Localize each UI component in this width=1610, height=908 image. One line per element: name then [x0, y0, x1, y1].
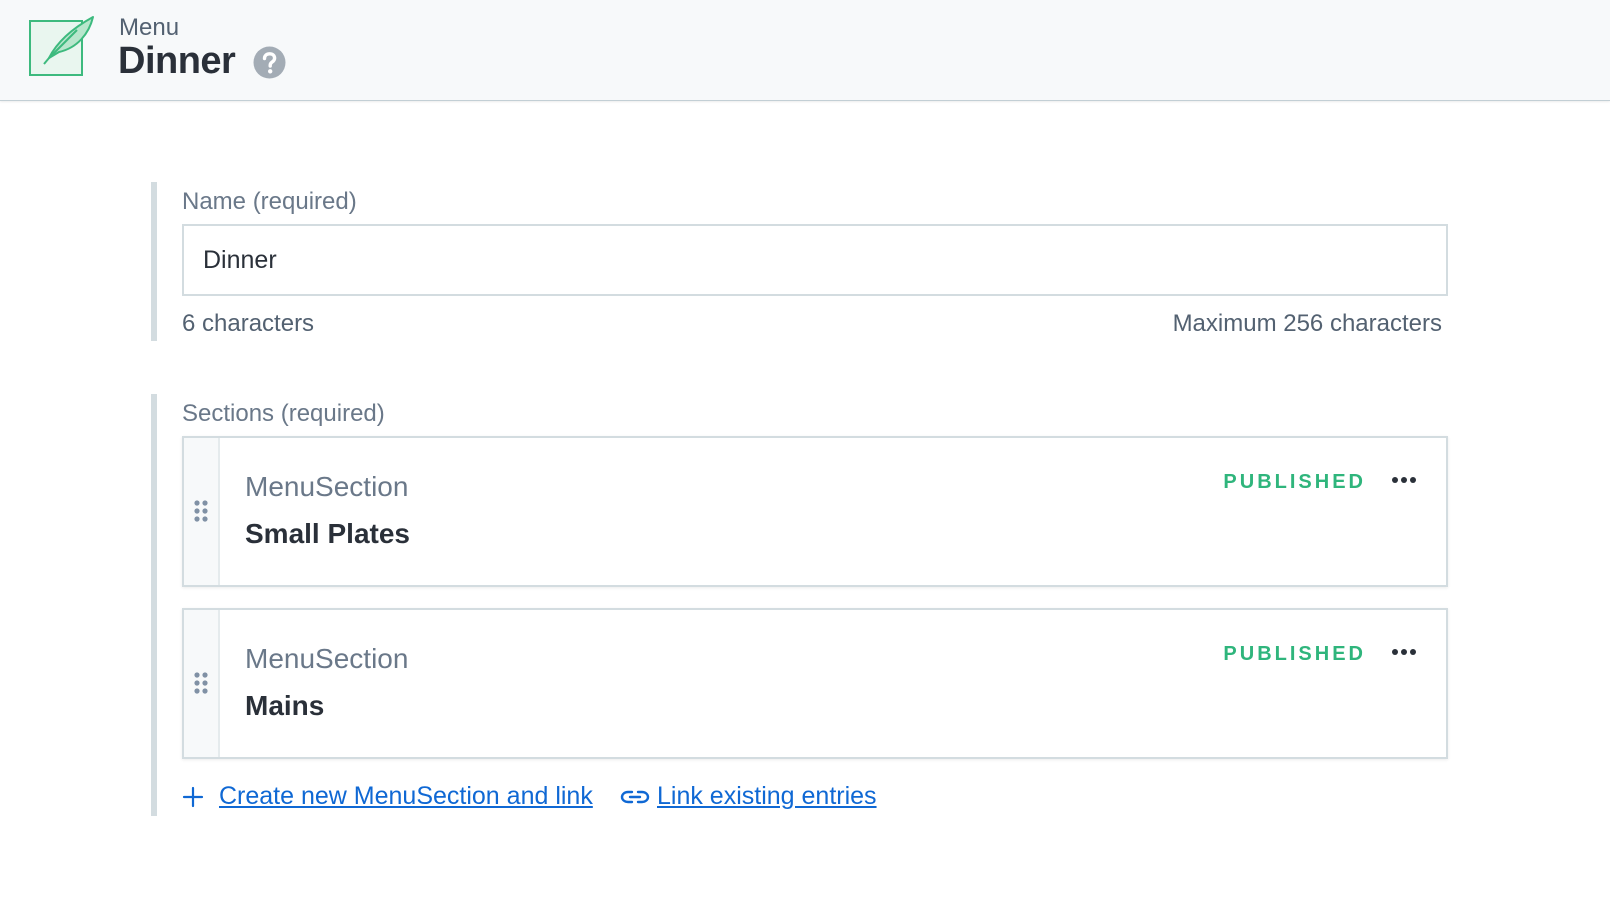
link-icon — [620, 790, 650, 804]
drag-handle[interactable] — [184, 610, 220, 757]
name-field-label: Name (required) — [182, 188, 357, 215]
more-options-icon[interactable] — [1390, 468, 1418, 492]
sections-field: Sections (required) MenuSection Small Pl… — [151, 394, 1451, 816]
character-limit: Maximum 256 characters — [1172, 310, 1442, 337]
status-badge: PUBLISHED — [1223, 471, 1366, 493]
name-field: Name (required) 6 characters Maximum 256… — [151, 182, 1451, 341]
entry-card-small-plates[interactable]: MenuSection Small Plates PUBLISHED — [182, 436, 1448, 587]
more-options-icon[interactable] — [1390, 640, 1418, 664]
status-badge: PUBLISHED — [1223, 643, 1366, 665]
entry-content-type: MenuSection — [245, 643, 409, 674]
feather-icon — [29, 16, 94, 76]
entry-content-type: MenuSection — [245, 471, 409, 502]
drag-handle-icon — [194, 500, 208, 522]
entry-header: Menu Dinner — [0, 0, 1610, 101]
create-new-entry-link[interactable]: Create new MenuSection and link — [182, 780, 593, 814]
sections-field-label: Sections (required) — [182, 400, 385, 427]
entry-title: Dinner — [118, 40, 236, 82]
drag-handle[interactable] — [184, 438, 220, 585]
entry-title: Small Plates — [245, 518, 410, 549]
entry-card-mains[interactable]: MenuSection Mains PUBLISHED — [182, 608, 1448, 759]
name-input[interactable] — [182, 224, 1448, 296]
plus-icon — [182, 786, 204, 808]
content-type-label: Menu — [119, 14, 180, 41]
link-existing-entries-label: Link existing entries — [657, 782, 877, 810]
link-existing-entries-link[interactable]: Link existing entries — [620, 780, 890, 814]
drag-handle-icon — [194, 672, 208, 694]
character-count: 6 characters — [182, 310, 315, 337]
entry-title: Mains — [245, 690, 325, 721]
create-new-entry-label: Create new MenuSection and link — [219, 782, 593, 810]
help-icon[interactable] — [253, 46, 286, 79]
